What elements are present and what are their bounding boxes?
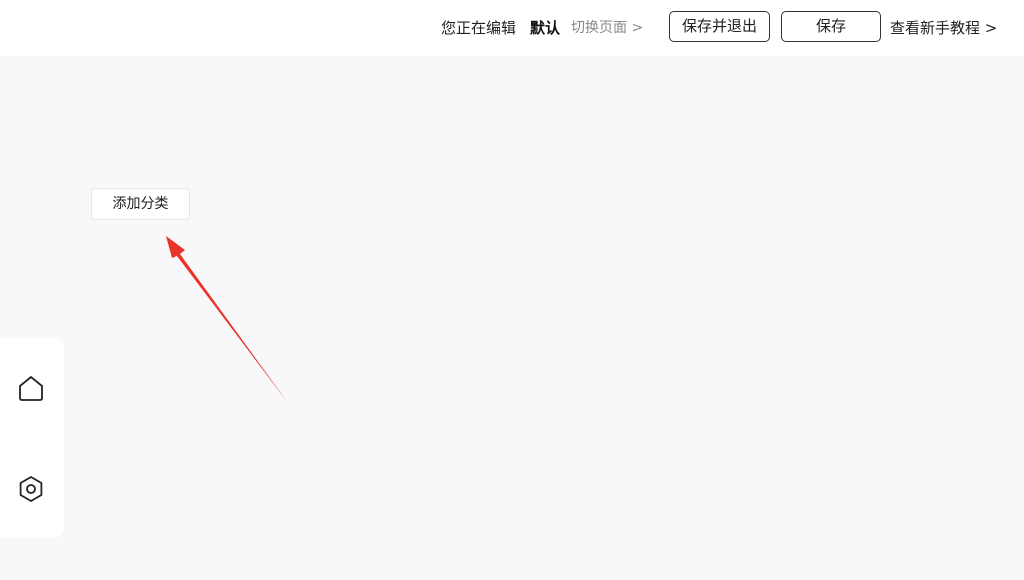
home-icon[interactable] bbox=[16, 373, 46, 403]
side-panel bbox=[0, 338, 64, 538]
switch-page-link[interactable]: 切换页面 > bbox=[571, 18, 643, 38]
tutorial-link[interactable]: 查看新手教程 > bbox=[890, 18, 997, 38]
editing-label: 您正在编辑 bbox=[441, 19, 517, 37]
save-button[interactable]: 保存 bbox=[781, 11, 881, 42]
save-and-exit-button[interactable]: 保存并退出 bbox=[669, 11, 770, 42]
add-category-button[interactable]: 添加分类 bbox=[91, 188, 190, 220]
current-page-name: 默认 bbox=[530, 19, 561, 37]
annotation-arrow bbox=[166, 236, 288, 403]
top-toolbar: 您正在编辑 默认 切换页面 > 保存并退出 保存 查看新手教程 > bbox=[0, 0, 1024, 56]
settings-icon[interactable] bbox=[16, 474, 46, 504]
annotation-arrow-shape bbox=[166, 236, 288, 403]
